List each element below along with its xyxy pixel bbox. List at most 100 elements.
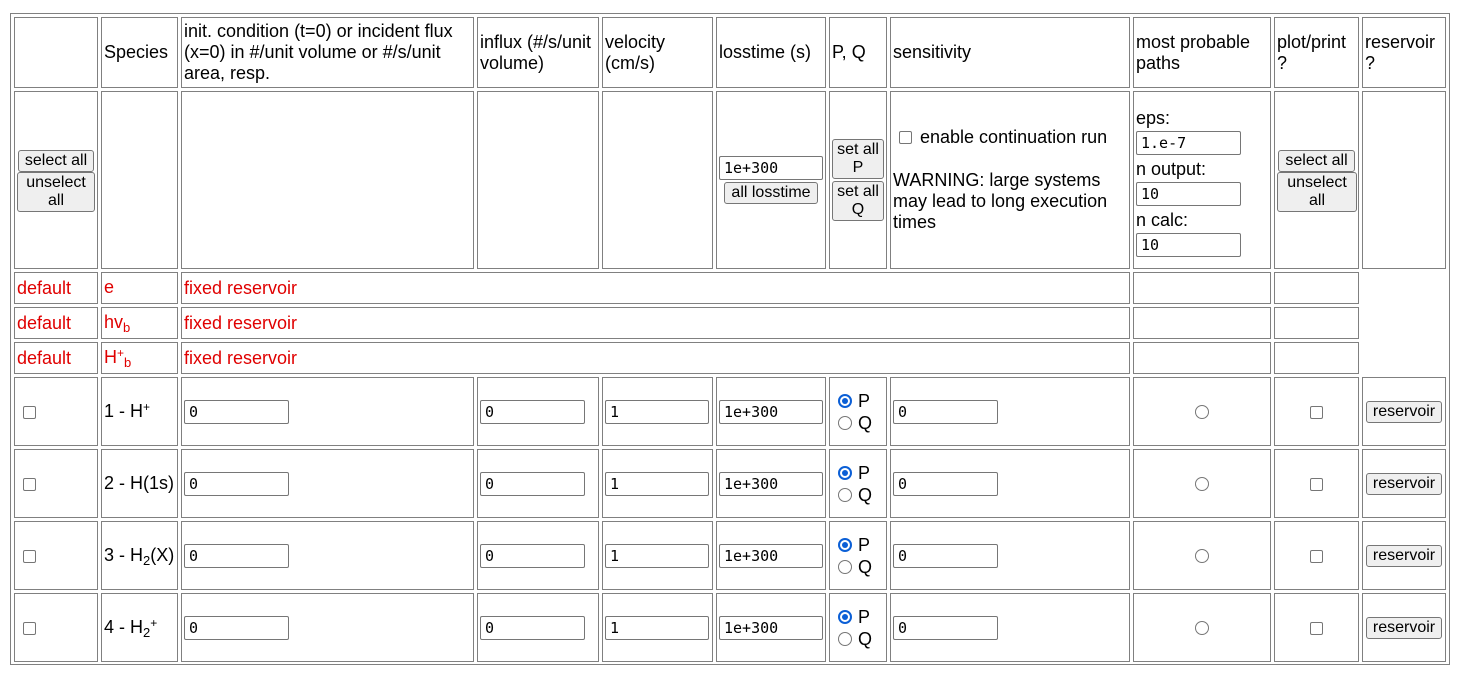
init-condition-input[interactable]: [184, 543, 289, 568]
q-radio[interactable]: [838, 415, 852, 430]
n-calc-input[interactable]: [1136, 232, 1241, 257]
init-condition-input[interactable]: [184, 471, 289, 496]
species-select-checkbox[interactable]: [23, 549, 36, 563]
p-radio[interactable]: [838, 609, 852, 624]
species-select-cell: [14, 377, 98, 446]
unselect-all-button[interactable]: unselect all: [17, 171, 95, 212]
species-select-checkbox[interactable]: [23, 477, 36, 491]
plot-cell: [1274, 449, 1359, 518]
paths-cell: [1133, 593, 1271, 662]
eps-input[interactable]: [1136, 130, 1241, 155]
all-losstime-button[interactable]: all losstime: [724, 182, 818, 204]
set-all-p-button[interactable]: set all P: [832, 139, 884, 179]
paths-cell: [1133, 377, 1271, 446]
velocity-input[interactable]: [605, 615, 709, 640]
reservoir-button[interactable]: reservoir: [1365, 617, 1443, 639]
default-species: H+b: [101, 342, 178, 374]
species-select-checkbox[interactable]: [23, 621, 36, 635]
plot-print-checkbox[interactable]: [1310, 549, 1323, 563]
most-probable-paths-radio[interactable]: [1195, 405, 1209, 420]
sensitivity-input[interactable]: [893, 399, 998, 424]
velocity-input[interactable]: [605, 543, 709, 568]
init-cell: [181, 377, 474, 446]
header-reservoir: reservoir ?: [1362, 17, 1446, 88]
default-paths-cell: [1133, 342, 1271, 374]
p-label: P: [858, 390, 871, 411]
influx-input[interactable]: [480, 471, 585, 496]
species-select-cell: [14, 449, 98, 518]
species-select-checkbox[interactable]: [23, 405, 36, 419]
species-row: 4 - H2+ P Q reservoir: [14, 593, 1446, 662]
p-radio[interactable]: [838, 393, 852, 408]
n-output-label: n output:: [1136, 158, 1207, 179]
most-probable-paths-radio[interactable]: [1195, 549, 1209, 564]
p-label: P: [858, 606, 871, 627]
most-probable-paths-radio[interactable]: [1195, 621, 1209, 636]
plot-controls-cell: select all unselect all: [1274, 91, 1359, 269]
q-label: Q: [858, 484, 873, 505]
reservoir-button[interactable]: reservoir: [1365, 545, 1443, 567]
n-output-input[interactable]: [1136, 181, 1241, 206]
losstime-input[interactable]: [719, 399, 823, 424]
velocity-input[interactable]: [605, 471, 709, 496]
sensitivity-input[interactable]: [893, 543, 998, 568]
plot-print-checkbox[interactable]: [1310, 621, 1323, 635]
influx-input[interactable]: [480, 615, 585, 640]
losstime-cell: [716, 449, 826, 518]
default-paths-cell: [1133, 272, 1271, 304]
influx-input[interactable]: [480, 399, 585, 424]
plot-print-checkbox[interactable]: [1310, 477, 1323, 491]
default-row: default hvb fixed reservoir: [14, 307, 1446, 339]
p-label: P: [858, 534, 871, 555]
species-form-frame: Species init. condition (t=0) or inciden…: [10, 13, 1450, 665]
sensitivity-cell: [890, 521, 1130, 590]
q-radio[interactable]: [838, 487, 852, 502]
velocity-cell: [602, 521, 713, 590]
n-calc-label: n calc:: [1136, 209, 1189, 230]
sensitivity-input[interactable]: [893, 615, 998, 640]
select-all-button[interactable]: select all: [17, 149, 95, 172]
species-name: 1 - H+: [101, 377, 178, 446]
continuation-run-checkbox[interactable]: [899, 131, 912, 144]
continuation-run-label: enable continuation run: [920, 127, 1108, 147]
plot-print-checkbox[interactable]: [1310, 405, 1323, 419]
all-losstime-input[interactable]: [719, 156, 823, 180]
paths-cell: [1133, 521, 1271, 590]
plot-unselect-all-button[interactable]: unselect all: [1277, 171, 1357, 212]
header-row: Species init. condition (t=0) or inciden…: [14, 17, 1446, 88]
init-condition-input[interactable]: [184, 615, 289, 640]
losstime-input[interactable]: [719, 543, 823, 568]
sensitivity-cell: [890, 377, 1130, 446]
default-species: e: [101, 272, 178, 304]
init-cell: [181, 449, 474, 518]
reservoir-cell: reservoir: [1362, 593, 1446, 662]
pq-control-cell: set all P set all Q: [829, 91, 887, 269]
losstime-input[interactable]: [719, 471, 823, 496]
reservoir-button[interactable]: reservoir: [1365, 401, 1443, 423]
pq-cell: P Q: [829, 521, 887, 590]
sensitivity-control-cell: enable continuation run WARNING: large s…: [890, 91, 1130, 269]
species-control-cell: [101, 91, 178, 269]
q-radio[interactable]: [838, 631, 852, 646]
velocity-cell: [602, 449, 713, 518]
pq-cell: P Q: [829, 377, 887, 446]
p-radio[interactable]: [838, 465, 852, 480]
reservoir-control-cell: [1362, 91, 1446, 269]
plot-cell: [1274, 521, 1359, 590]
p-radio[interactable]: [838, 537, 852, 552]
velocity-cell: [602, 593, 713, 662]
sensitivity-input[interactable]: [893, 471, 998, 496]
influx-input[interactable]: [480, 543, 585, 568]
species-name: 3 - H2(X): [101, 521, 178, 590]
most-probable-paths-radio[interactable]: [1195, 477, 1209, 492]
losstime-input[interactable]: [719, 615, 823, 640]
default-row: default H+b fixed reservoir: [14, 342, 1446, 374]
reservoir-button[interactable]: reservoir: [1365, 473, 1443, 495]
init-condition-input[interactable]: [184, 399, 289, 424]
set-all-q-button[interactable]: set all Q: [832, 181, 884, 221]
large-systems-warning: WARNING: large systems may lead to long …: [893, 170, 1108, 232]
losstime-cell: [716, 377, 826, 446]
q-radio[interactable]: [838, 559, 852, 574]
velocity-input[interactable]: [605, 399, 709, 424]
plot-select-all-button[interactable]: select all: [1278, 149, 1355, 172]
